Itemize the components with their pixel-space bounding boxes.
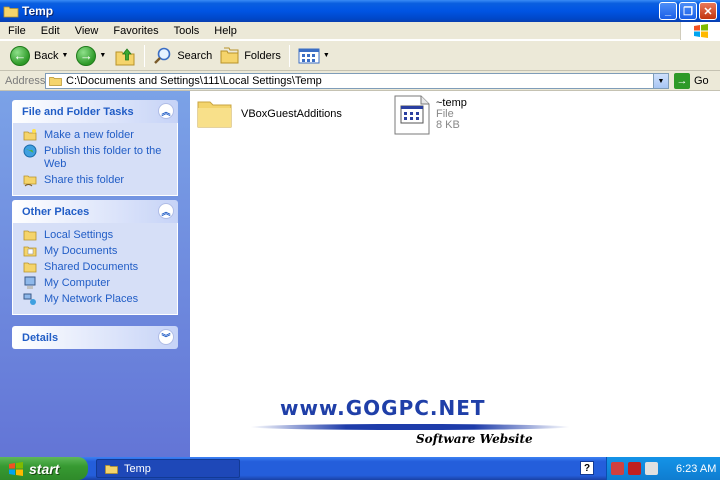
folder-icon bbox=[23, 230, 37, 241]
address-input[interactable]: C:\Documents and Settings\111\Local Sett… bbox=[45, 73, 669, 89]
watermark-underline bbox=[250, 424, 570, 430]
folder-icon bbox=[197, 101, 232, 128]
shield-icon[interactable] bbox=[628, 462, 641, 475]
maximize-button[interactable]: ❐ bbox=[679, 2, 697, 20]
system-tray: 6:23 AM bbox=[606, 457, 720, 480]
file-name: VBoxGuestAdditions bbox=[241, 108, 342, 120]
start-button[interactable]: start bbox=[0, 457, 88, 480]
menu-help[interactable]: Help bbox=[206, 25, 244, 37]
place-my-network[interactable]: My Network Places bbox=[23, 293, 177, 306]
watermark-subtitle: Software Website bbox=[416, 432, 533, 446]
menu-tools[interactable]: Tools bbox=[166, 25, 207, 37]
place-my-computer[interactable]: My Computer bbox=[23, 276, 177, 290]
panel-header[interactable]: File and Folder Tasks ︽ bbox=[12, 100, 178, 123]
collapse-icon[interactable]: ︽ bbox=[158, 103, 174, 119]
close-button[interactable]: ✕ bbox=[699, 2, 717, 20]
minimize-button[interactable]: _ bbox=[659, 2, 677, 20]
panel-header[interactable]: Other Places ︽ bbox=[12, 200, 178, 223]
go-arrow-icon: → bbox=[674, 73, 690, 89]
panel-title: File and Folder Tasks bbox=[22, 105, 134, 118]
task-publish-web[interactable]: Publish this folder to the Web bbox=[23, 144, 177, 171]
taskbar: start Temp ? 6:23 AM bbox=[0, 457, 720, 480]
folders-button[interactable]: Folders bbox=[216, 43, 285, 69]
toolbar-separator bbox=[144, 44, 146, 67]
back-label: Back bbox=[34, 49, 59, 62]
title-bar: Temp _ ❐ ✕ bbox=[0, 0, 720, 22]
menu-file[interactable]: File bbox=[0, 25, 33, 37]
toolbar: ← Back ▼ → ▼ Search Folders ▼ bbox=[0, 40, 720, 71]
other-places-panel: Other Places ︽ Local Settings My Documen… bbox=[12, 200, 178, 315]
search-icon bbox=[154, 47, 171, 64]
back-arrow-icon: ← bbox=[10, 45, 30, 66]
menu-edit[interactable]: Edit bbox=[33, 25, 67, 37]
address-bar: Address C:\Documents and Settings\111\Lo… bbox=[0, 71, 720, 91]
address-label: Address bbox=[5, 74, 46, 87]
file-item-temp[interactable]: ~temp File 8 KB bbox=[394, 95, 467, 135]
folders-label: Folders bbox=[244, 49, 281, 62]
panel-title: Details bbox=[22, 331, 59, 344]
panel-title: Other Places bbox=[22, 205, 90, 218]
back-button[interactable]: ← Back ▼ bbox=[6, 43, 72, 69]
task-pane: File and Folder Tasks ︽ Make a new folde… bbox=[0, 91, 190, 457]
watermark-text: www.GOGPC.NET bbox=[280, 396, 486, 420]
computer-icon bbox=[24, 276, 36, 289]
globe-icon bbox=[23, 144, 37, 158]
views-button[interactable]: ▼ bbox=[294, 43, 334, 69]
search-label: Search bbox=[177, 49, 213, 62]
go-button[interactable]: → Go bbox=[674, 73, 709, 89]
file-size: 8 KB bbox=[436, 119, 460, 131]
security-icon[interactable] bbox=[611, 462, 624, 475]
collapse-icon[interactable]: ︽ bbox=[158, 203, 174, 219]
details-panel: Details ︾ bbox=[12, 326, 178, 349]
share-folder-icon bbox=[23, 175, 37, 187]
folder-up-icon bbox=[115, 47, 135, 65]
forward-button[interactable]: → ▼ bbox=[72, 43, 110, 69]
chevron-down-icon[interactable]: ▼ bbox=[61, 52, 68, 59]
folders-icon bbox=[220, 47, 239, 63]
start-label: start bbox=[29, 460, 60, 477]
task-share-folder[interactable]: Share this folder bbox=[23, 174, 177, 187]
views-icon bbox=[298, 48, 320, 63]
address-value: C:\Documents and Settings\111\Local Sett… bbox=[66, 75, 322, 87]
task-make-new-folder[interactable]: Make a new folder bbox=[23, 129, 177, 142]
new-folder-icon bbox=[23, 129, 37, 141]
file-icon bbox=[394, 95, 430, 135]
help-icon[interactable]: ? bbox=[580, 461, 594, 475]
chevron-down-icon[interactable]: ▼ bbox=[653, 74, 668, 88]
network-icon bbox=[23, 293, 36, 305]
folder-icon bbox=[105, 464, 118, 474]
panel-header[interactable]: Details ︾ bbox=[12, 326, 178, 349]
menu-bar: File Edit View Favorites Tools Help bbox=[0, 22, 720, 40]
shared-folder-icon bbox=[23, 262, 37, 273]
chevron-down-icon[interactable]: ▼ bbox=[99, 52, 106, 59]
file-folder-tasks-panel: File and Folder Tasks ︽ Make a new folde… bbox=[12, 100, 178, 196]
menu-favorites[interactable]: Favorites bbox=[105, 25, 165, 37]
documents-folder-icon bbox=[23, 246, 37, 257]
chevron-down-icon[interactable]: ▼ bbox=[323, 52, 330, 59]
file-item-folder[interactable]: VBoxGuestAdditions bbox=[197, 97, 342, 129]
expand-icon[interactable]: ︾ bbox=[158, 329, 174, 345]
menu-view[interactable]: View bbox=[67, 25, 106, 37]
search-button[interactable]: Search bbox=[149, 43, 216, 69]
folder-icon bbox=[3, 6, 19, 18]
clock: 6:23 AM bbox=[676, 462, 717, 475]
windows-logo-icon bbox=[9, 461, 23, 476]
place-local-settings[interactable]: Local Settings bbox=[23, 229, 177, 242]
forward-arrow-icon: → bbox=[76, 45, 97, 66]
up-button[interactable] bbox=[110, 43, 140, 69]
window-title: Temp bbox=[22, 4, 54, 18]
go-label: Go bbox=[694, 75, 709, 87]
place-shared-documents[interactable]: Shared Documents bbox=[23, 261, 177, 274]
taskbar-item-temp[interactable]: Temp bbox=[96, 459, 240, 478]
taskbar-item-label: Temp bbox=[124, 462, 151, 475]
network-tray-icon[interactable] bbox=[645, 462, 658, 475]
toolbar-separator bbox=[288, 44, 290, 67]
folder-icon bbox=[49, 77, 62, 86]
watermark: www.GOGPC.NET Software Website bbox=[250, 396, 580, 452]
place-my-documents[interactable]: My Documents bbox=[23, 245, 177, 258]
windows-logo-icon bbox=[680, 22, 720, 40]
